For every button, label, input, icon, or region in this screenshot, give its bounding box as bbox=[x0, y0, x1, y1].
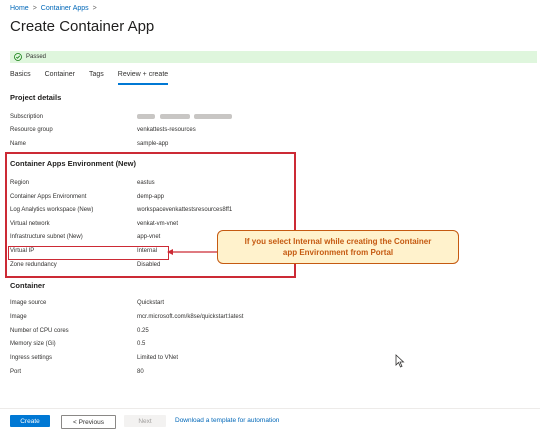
cpu-value: 0.25 bbox=[137, 328, 149, 334]
subscription-row: Subscription bbox=[10, 114, 310, 123]
download-template-link[interactable]: Download a template for automation bbox=[175, 417, 279, 424]
footer-divider bbox=[0, 408, 540, 409]
annotation-callout: If you select Internal while creating th… bbox=[217, 230, 459, 264]
callout-line-1: If you select Internal while creating th… bbox=[244, 237, 432, 246]
callout-line-2: app Environment from Portal bbox=[282, 248, 394, 257]
page-title: Create Container App bbox=[10, 18, 155, 35]
image-source-label: Image source bbox=[10, 300, 47, 306]
ingress-value: Limited to VNet bbox=[137, 355, 179, 361]
name-row: Name sample-app bbox=[10, 141, 310, 150]
tab-tags[interactable]: Tags bbox=[89, 71, 104, 83]
tab-bar: Basics Container Tags Review + create bbox=[10, 71, 182, 85]
image-source-value: Quickstart bbox=[137, 300, 165, 306]
cpu-row: Number of CPU cores 0.25 bbox=[10, 328, 310, 337]
resource-group-value: venkattests-resources bbox=[137, 127, 196, 133]
memory-row: Memory size (Gi) 0.5 bbox=[10, 341, 310, 350]
tab-basics[interactable]: Basics bbox=[10, 71, 31, 83]
container-heading: Container bbox=[10, 281, 46, 290]
subscription-label: Subscription bbox=[10, 114, 44, 120]
resource-group-label: Resource group bbox=[10, 127, 53, 133]
name-label: Name bbox=[10, 141, 27, 147]
ingress-label: Ingress settings bbox=[10, 355, 53, 361]
breadcrumb-home-link[interactable]: Home bbox=[10, 5, 29, 12]
memory-label: Memory size (Gi) bbox=[10, 341, 56, 347]
tab-review-create[interactable]: Review + create bbox=[117, 71, 169, 85]
image-label: Image bbox=[10, 314, 27, 320]
tab-container[interactable]: Container bbox=[45, 71, 75, 83]
callout-arrow-icon bbox=[167, 249, 218, 255]
port-value: 80 bbox=[137, 369, 144, 375]
ingress-row: Ingress settings Limited to VNet bbox=[10, 355, 310, 364]
mouse-cursor-icon bbox=[395, 354, 405, 368]
virtual-ip-highlight-box bbox=[8, 246, 169, 260]
breadcrumb-separator: > bbox=[32, 5, 37, 12]
name-value: sample-app bbox=[137, 141, 169, 147]
port-label: Port bbox=[10, 369, 22, 375]
image-row: Image mcr.microsoft.com/k8se/quickstart:… bbox=[10, 314, 310, 323]
cpu-label: Number of CPU cores bbox=[10, 328, 69, 334]
port-row: Port 80 bbox=[10, 369, 310, 378]
project-details-heading: Project details bbox=[10, 93, 62, 102]
previous-button[interactable]: < Previous bbox=[61, 415, 116, 429]
resource-group-row: Resource group venkattests-resources bbox=[10, 127, 310, 136]
breadcrumb-container-apps-link[interactable]: Container Apps bbox=[41, 5, 89, 12]
more-options-button[interactable]: ... bbox=[143, 22, 154, 32]
breadcrumb-separator: > bbox=[92, 5, 97, 12]
validation-banner: Passed bbox=[10, 51, 537, 63]
create-button[interactable]: Create bbox=[10, 415, 50, 427]
memory-value: 0.5 bbox=[137, 341, 146, 347]
image-value: mcr.microsoft.com/k8se/quickstart:latest bbox=[137, 314, 244, 320]
breadcrumb: Home > Container Apps > bbox=[10, 5, 97, 12]
validation-status-text: Passed bbox=[26, 54, 47, 60]
subscription-value-redacted bbox=[137, 114, 233, 120]
next-button[interactable]: Next bbox=[124, 415, 166, 427]
check-circle-icon bbox=[14, 53, 22, 61]
image-source-row: Image source Quickstart bbox=[10, 300, 310, 309]
